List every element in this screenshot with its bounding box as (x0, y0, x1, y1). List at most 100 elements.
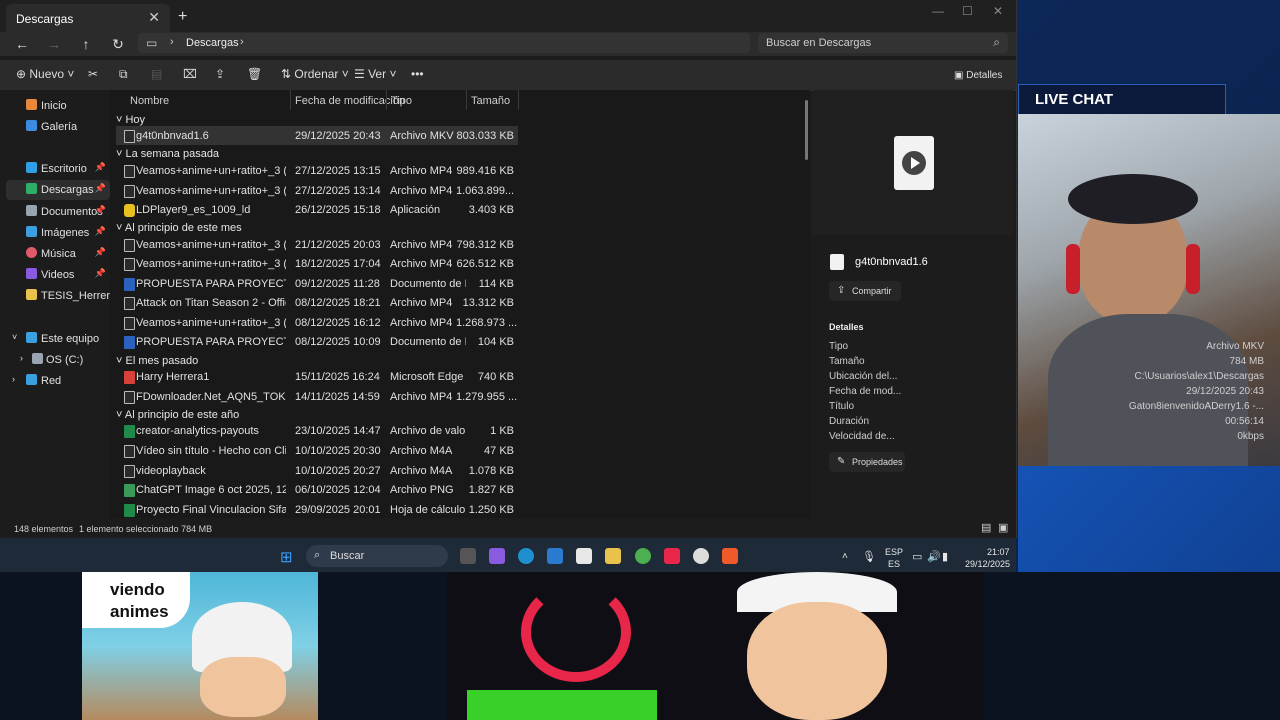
column-header-size[interactable]: Tamaño (471, 95, 510, 107)
battery-icon[interactable]: ▮ (942, 550, 948, 563)
details-file-title: g4t0nbnvad1.6 (855, 256, 928, 268)
details-view-icon[interactable]: ▤ (981, 521, 991, 534)
file-row[interactable]: g4t0nbnvad1.6 29/12/2025 20:43 Archivo MKV… (116, 126, 518, 145)
details-pane-button[interactable]: ▣ Detalles (954, 70, 1002, 81)
file-row[interactable]: Attack on Titan Season 2 - Official Open… (116, 293, 518, 312)
file-row[interactable]: Veamos+anime+un+ratito+_3 (4) 27/12/2025 … (116, 181, 518, 200)
group-header-early-month[interactable]: ˅ Al principio de este mes (116, 222, 242, 234)
refresh-icon[interactable]: ↻ (108, 36, 128, 53)
column-divider[interactable] (386, 90, 387, 110)
column-header-modified[interactable]: Fecha de modificación (295, 95, 405, 107)
group-header-early-year[interactable]: ˅ Al principio de este año (116, 409, 239, 421)
sidebar-item-tesis[interactable]: TESIS_Herrera_Mira (6, 286, 144, 306)
sidebar-item-videos[interactable]: Videos 📌 (6, 265, 110, 285)
chevron-right-icon[interactable]: › (20, 353, 23, 363)
sidebar-item-escritorio[interactable]: Escritorio 📌 (6, 159, 110, 179)
sidebar-item-documentos[interactable]: Documentos 📌 (6, 202, 110, 222)
up-arrow-icon[interactable]: ↑ (76, 36, 96, 52)
volume-icon[interactable]: 🔊 (927, 550, 941, 563)
tiktok-icon[interactable] (664, 548, 680, 564)
paste-icon[interactable]: ▤ (151, 67, 162, 81)
column-header-name[interactable]: Nombre (130, 95, 169, 107)
file-row[interactable]: Harry Herrera1 15/11/2025 16:24 Microsoft … (116, 367, 518, 386)
file-row[interactable]: ChatGPT Image 6 oct 2025, 12_04_45 06/10/… (116, 480, 518, 499)
file-row[interactable]: Veamos+anime+un+ratito+_3 (1) (1) 21/12/2… (116, 235, 518, 254)
tray-chevron-up-icon[interactable]: ˄ (842, 551, 848, 562)
column-divider[interactable] (290, 90, 291, 110)
sort-button[interactable]: ⇅ Ordenar ˅ (281, 67, 349, 81)
edge-icon[interactable] (518, 548, 534, 564)
taskbar-search[interactable]: ⌕ Buscar (306, 545, 448, 567)
file-row[interactable]: LDPlayer9_es_1009_ld 26/12/2025 15:18 Apli… (116, 200, 518, 219)
address-field[interactable]: ▭ › Descargas › (138, 33, 750, 53)
sidebar-item-este-equipo[interactable]: ˅ Este equipo (6, 329, 110, 349)
file-row[interactable]: PROPUESTA PARA PROYECTO FIN DE ASI... 08/… (116, 332, 518, 351)
share-button[interactable]: ⇪ Compartir (829, 281, 901, 301)
copy-icon[interactable]: ⧉ (119, 67, 128, 82)
language-layout[interactable]: ES (888, 559, 900, 569)
sidebar-item-musica[interactable]: Música 📌 (6, 244, 110, 264)
search-input[interactable]: Buscar en Descargas ⌕ (758, 33, 1008, 53)
clock-date[interactable]: 29/12/2025 (965, 559, 1010, 569)
minimize-button[interactable]: — (932, 4, 944, 18)
file-row[interactable]: videoplayback 10/10/2025 20:27 Archivo M4A… (116, 461, 518, 480)
file-row[interactable]: Veamos+anime+un+ratito+_3 (3) 08/12/2025 … (116, 313, 518, 332)
file-name: Harry Herrera1 (136, 371, 210, 383)
store-icon[interactable] (576, 548, 592, 564)
language-code[interactable]: ESP (885, 547, 903, 557)
windows-start-icon[interactable]: ⊞ (280, 548, 293, 566)
more-options-icon[interactable]: ••• (411, 67, 424, 81)
column-header-type[interactable]: Tipo (391, 95, 412, 107)
microphone-icon[interactable]: 🎙 (862, 550, 876, 563)
sidebar-item-os-c[interactable]: › OS (C:) (6, 350, 110, 370)
clock-time[interactable]: 21:07 (987, 547, 1010, 557)
file-row[interactable]: FDownloader.Net_AQN5_TOKeCdBH_Nwl... 14/1… (116, 387, 518, 406)
file-row[interactable]: Veamos+anime+un+ratito+_3 (5) 27/12/2025 … (116, 161, 518, 180)
back-arrow-icon[interactable]: ← (12, 36, 32, 52)
chevron-right-icon[interactable]: › (12, 374, 15, 384)
group-header-today[interactable]: ˅ Hoy (116, 114, 145, 126)
tab-descargas[interactable]: Descargas ✕ (6, 4, 170, 32)
maximize-button[interactable]: ☐ (962, 4, 973, 18)
sidebar-item-inicio[interactable]: Inicio (6, 96, 110, 116)
chevron-down-icon[interactable]: ˅ (12, 332, 17, 342)
column-divider[interactable] (518, 90, 519, 110)
file-explorer-icon[interactable] (605, 548, 621, 564)
sidebar-item-descargas[interactable]: Descargas 📌 (6, 180, 110, 200)
rename-icon[interactable]: ⌧ (183, 67, 197, 81)
view-button[interactable]: ☰ Ver ˅ (354, 67, 396, 81)
chevron-right-icon[interactable]: › (240, 36, 244, 48)
sidebar-item-galeria[interactable]: Galería (6, 117, 110, 137)
file-row[interactable]: PROPUESTA PARA PROYECTO FIN DE ASI... 09/… (116, 274, 518, 293)
copilot-icon[interactable] (489, 548, 505, 564)
group-header-last-week[interactable]: ˅ La semana pasada (116, 148, 219, 160)
app-icon[interactable] (693, 548, 709, 564)
chrome-icon[interactable] (635, 548, 651, 564)
brave-icon[interactable] (722, 548, 738, 564)
scrollbar-thumb[interactable] (805, 100, 808, 160)
file-name: Attack on Titan Season 2 - Official Open… (136, 297, 286, 309)
cut-icon[interactable]: ✂ (88, 67, 98, 81)
column-divider[interactable] (466, 90, 467, 110)
sidebar-item-red[interactable]: › Red (6, 371, 110, 391)
close-window-button[interactable]: ✕ (993, 4, 1003, 18)
close-tab-icon[interactable]: ✕ (148, 9, 160, 26)
tiles-view-icon[interactable]: ▣ (998, 521, 1008, 534)
new-button[interactable]: ⊕ Nuevo ˅ (16, 67, 74, 81)
file-row[interactable]: Veamos+anime+un+ratito+_3 (2) 18/12/2025 … (116, 254, 518, 273)
vscode-icon[interactable] (547, 548, 563, 564)
forward-arrow-icon[interactable]: → (44, 36, 64, 52)
breadcrumb-descargas[interactable]: Descargas (186, 37, 239, 49)
file-row[interactable]: creator-analytics-payouts 23/10/2025 14:4… (116, 421, 518, 440)
share-icon[interactable]: ⇪ (215, 67, 225, 81)
display-icon[interactable]: ▭ (912, 550, 922, 563)
properties-button[interactable]: ✎ Propiedades (829, 452, 905, 472)
new-tab-button[interactable]: + (178, 8, 187, 26)
file-row[interactable]: Proyecto Final Vinculacion Sifal 2709202… (116, 500, 518, 519)
file-row[interactable]: Vídeo sin título - Hecho con Clipchamp 10… (116, 441, 518, 460)
group-header-last-month[interactable]: ˅ El mes pasado (116, 355, 198, 367)
group-label: Hoy (125, 114, 146, 126)
sidebar-item-imagenes[interactable]: Imágenes 📌 (6, 223, 110, 243)
delete-icon[interactable]: 🗑 (247, 67, 262, 81)
task-view-icon[interactable] (460, 548, 476, 564)
